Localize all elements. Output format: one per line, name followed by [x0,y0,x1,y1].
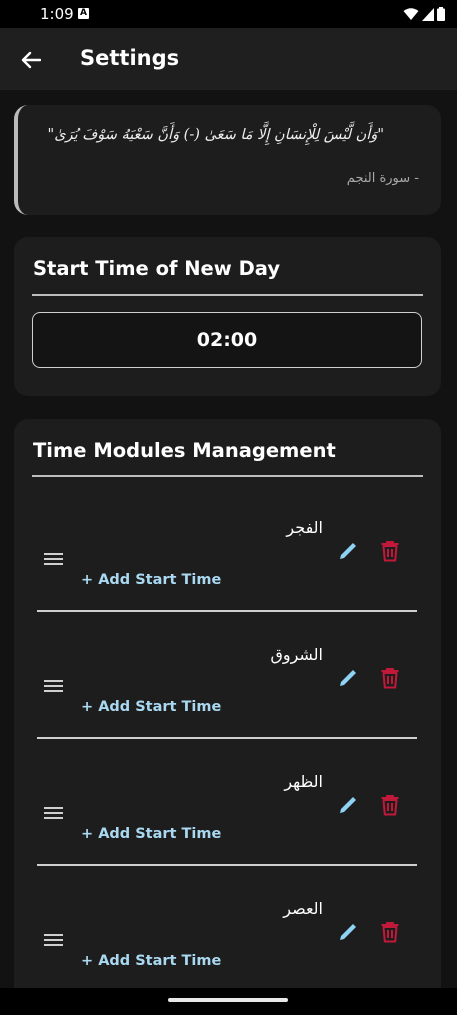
module-item: العصر + Add Start Time [14,877,441,988]
module-name: الظهر [284,772,323,791]
edit-button[interactable] [333,917,363,947]
delete-button[interactable] [375,663,405,693]
module-item: الفجر + Add Start Time [14,496,441,623]
battery-icon [437,7,445,21]
start-time-field[interactable]: 02:00 [32,312,422,368]
module-name: العصر [283,899,323,918]
edit-button[interactable] [333,790,363,820]
pencil-icon [340,670,356,686]
home-gesture-handle[interactable] [168,998,288,1002]
quote-text: "وَأَن لَّيْسَ لِلْإِنسَانِ إِلَّا مَا س… [47,127,384,143]
module-item: الظهر + Add Start Time [14,750,441,877]
drag-handle-icon[interactable] [44,801,68,825]
quote-source: - سورة النجم [346,171,419,186]
divider [37,864,417,866]
divider [32,294,423,296]
edit-button[interactable] [333,663,363,693]
start-time-card: Start Time of New Day 02:00 [14,237,441,396]
add-start-time-button[interactable]: + Add Start Time [81,572,221,588]
status-time: 1:09 [40,5,74,23]
delete-button[interactable] [375,917,405,947]
add-start-time-button[interactable]: + Add Start Time [81,953,221,969]
start-time-title: Start Time of New Day [33,257,281,280]
divider [32,475,423,477]
module-name: الشروق [270,645,323,664]
app-bar: Settings [0,28,457,90]
module-name: الفجر [286,518,323,537]
signal-icon [422,7,434,21]
arrow-left-icon [21,51,41,69]
pencil-icon [340,543,356,559]
drag-handle-icon[interactable] [44,928,68,952]
add-start-time-button[interactable]: + Add Start Time [81,699,221,715]
add-start-time-button[interactable]: + Add Start Time [81,826,221,842]
status-bar: 1:09 A [0,0,457,28]
status-icons [403,7,445,21]
delete-button[interactable] [375,790,405,820]
module-item: الشروق + Add Start Time [14,623,441,750]
time-modules-card: Time Modules Management الفجر + Add Star… [14,419,441,988]
trash-icon [381,668,399,689]
time-modules-title: Time Modules Management [33,439,336,462]
divider [37,610,417,612]
delete-button[interactable] [375,536,405,566]
drag-handle-icon[interactable] [44,547,68,571]
divider [37,737,417,739]
notification-badge-icon: A [78,8,89,19]
pencil-icon [340,924,356,940]
trash-icon [381,922,399,943]
trash-icon [381,795,399,816]
trash-icon [381,541,399,562]
pencil-icon [340,797,356,813]
settings-content[interactable]: "وَأَن لَّيْسَ لِلْإِنسَانِ إِلَّا مَا س… [0,90,457,988]
drag-handle-icon[interactable] [44,674,68,698]
wifi-icon [403,7,419,20]
quote-card: "وَأَن لَّيْسَ لِلْإِنسَانِ إِلَّا مَا س… [14,105,441,215]
navigation-bar [0,988,457,1015]
back-button[interactable] [16,45,46,75]
page-title: Settings [80,46,180,70]
edit-button[interactable] [333,536,363,566]
